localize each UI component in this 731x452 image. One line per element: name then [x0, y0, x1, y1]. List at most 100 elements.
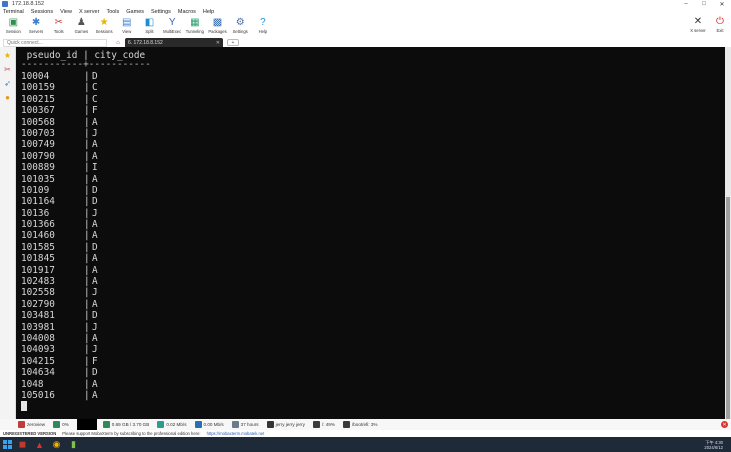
- chrome-icon[interactable]: ◉: [48, 437, 65, 452]
- column-divider: |: [84, 116, 90, 128]
- games-icon: ♟: [76, 17, 86, 28]
- clock-date: 2024/6/12: [704, 444, 723, 450]
- result-row: 100889 | I: [21, 162, 98, 173]
- menu-x-server[interactable]: X server: [79, 9, 99, 15]
- menu-tools[interactable]: Tools: [106, 9, 119, 15]
- column-divider: |: [84, 310, 90, 322]
- toolbar-session-button[interactable]: ▣ Session: [2, 16, 25, 38]
- column-divider: |: [84, 173, 90, 185]
- toolbar-tools-button[interactable]: ✂ Tools: [47, 16, 70, 38]
- toolbar-split-button[interactable]: ◧ Split: [138, 16, 161, 38]
- result-rows: 10004 | D 100159 | C 100215 | C 100367 | F 100568 | A 1…: [21, 71, 98, 401]
- column-divider: |: [84, 139, 90, 151]
- tunneling-icon: ▦: [190, 17, 200, 28]
- column-divider: |: [84, 207, 90, 219]
- tab-close-icon[interactable]: ✕: [216, 40, 220, 46]
- query-separator: -----------+-----------: [21, 59, 151, 70]
- toolbar-settings-button[interactable]: ⚙ Settings: [229, 16, 252, 38]
- city-code-cell: A: [92, 332, 98, 344]
- city-code-cell: A: [92, 173, 98, 185]
- menu-macros[interactable]: Macros: [178, 9, 196, 15]
- pseudo-id-cell: 100749: [21, 139, 55, 151]
- star-icon: ★: [99, 17, 109, 28]
- city-code-cell: D: [92, 241, 98, 253]
- tab-session-active[interactable]: 6. 172.18.8.152 ✕: [125, 38, 223, 47]
- macros-icon[interactable]: ➶: [3, 79, 13, 89]
- city-code-cell: A: [92, 389, 98, 401]
- pseudo-id-cell: 103481: [21, 310, 55, 322]
- toolbar-view-button[interactable]: ▤ View: [115, 16, 138, 38]
- city-code-cell: A: [92, 230, 98, 242]
- menu-view[interactable]: View: [60, 9, 72, 15]
- menu-terminal[interactable]: Terminal: [3, 9, 24, 15]
- windows-taskbar: ◼ ▲ ◉ ▮: [0, 437, 731, 452]
- close-button[interactable]: ✕: [713, 0, 731, 8]
- status-close-icon[interactable]: ✕: [721, 421, 728, 428]
- pseudo-id-cell: 100703: [21, 127, 55, 139]
- packages-icon: ▩: [212, 17, 223, 28]
- column-divider: |: [84, 298, 90, 310]
- status-cpu: 0%: [53, 421, 69, 428]
- scrollbar-thumb[interactable]: [726, 197, 730, 419]
- sftp-icon[interactable]: ●: [3, 93, 13, 103]
- toolbar-tunneling-button[interactable]: ▦ Tunneling: [184, 16, 207, 38]
- toolbar-packages-button[interactable]: ▩ Packages: [206, 16, 229, 38]
- taskbar-app-icon[interactable]: ◼: [14, 437, 31, 452]
- result-row: 102483 | A: [21, 276, 98, 287]
- result-row: 101917 | A: [21, 265, 98, 276]
- result-row: 104634 | D: [21, 367, 98, 378]
- pseudo-id-cell: 101035: [21, 173, 55, 185]
- toolbar-xserver-button[interactable]: ✕ X server: [687, 16, 709, 33]
- tools-icon[interactable]: ✂: [3, 65, 13, 75]
- disk-icon: [312, 421, 320, 428]
- quick-connect-input[interactable]: [3, 38, 107, 47]
- status-uptime: 37 hours: [231, 421, 259, 428]
- maximize-button[interactable]: □: [695, 0, 713, 8]
- menu-games[interactable]: Games: [126, 9, 144, 15]
- toolbar: ▣ Session ✱ Servers ✂ Tools ♟ Games ★ Se…: [0, 16, 731, 38]
- menu-settings[interactable]: Settings: [151, 9, 171, 15]
- toolbar-help-button[interactable]: ? Help: [252, 16, 275, 38]
- pseudo-id-cell: 101460: [21, 230, 55, 242]
- column-divider: |: [84, 184, 90, 196]
- toolbar-sessions-button[interactable]: ★ Sessions: [93, 16, 116, 38]
- menu-bar: Terminal Sessions View X server Tools Ga…: [0, 8, 731, 16]
- window-controls: – □ ✕: [677, 0, 731, 8]
- city-code-cell: J: [92, 344, 98, 356]
- pseudo-id-cell: 101366: [21, 219, 55, 231]
- column-divider: |: [84, 344, 90, 356]
- home-tab-icon[interactable]: ⌂: [113, 39, 123, 47]
- city-code-cell: J: [92, 287, 98, 299]
- city-code-cell: D: [92, 196, 98, 208]
- column-divider: |: [84, 253, 90, 265]
- new-tab-button[interactable]: +: [227, 39, 239, 46]
- pseudo-id-cell: 103981: [21, 321, 55, 333]
- city-code-cell: D: [92, 71, 98, 82]
- toolbar-multiexec-button[interactable]: Y MultiExec: [161, 16, 184, 38]
- terminal-area[interactable]: pseudo_id | city_code -----------+------…: [16, 47, 725, 419]
- pseudo-id-cell: 10136: [21, 207, 50, 219]
- exit-icon: ⏻: [716, 16, 724, 27]
- promo-link[interactable]: https://mobaxterm.mobatek.net: [207, 431, 265, 436]
- menu-sessions[interactable]: Sessions: [31, 9, 53, 15]
- split-icon: ◧: [144, 17, 155, 28]
- system-tray-clock[interactable]: 下午 4:30 2024/6/12: [704, 437, 723, 452]
- column-divider: |: [84, 367, 90, 379]
- pseudo-id-cell: 102558: [21, 287, 55, 299]
- menu-help[interactable]: Help: [203, 9, 214, 15]
- column-divider: |: [84, 219, 90, 231]
- toolbar-exit-button[interactable]: ⏻ Exit: [709, 16, 731, 33]
- memory-icon: [102, 421, 110, 428]
- toolbar-games-button[interactable]: ♟ Games: [70, 16, 93, 38]
- toolbar-servers-button[interactable]: ✱ Servers: [25, 16, 48, 38]
- column-divider: |: [84, 150, 90, 162]
- notepad-icon[interactable]: ▮: [65, 437, 82, 452]
- terminal-scrollbar[interactable]: [725, 47, 731, 419]
- column-divider: |: [84, 355, 90, 367]
- windows-start-icon[interactable]: [0, 437, 14, 452]
- pdf-icon[interactable]: ▲: [31, 437, 48, 452]
- pseudo-id-cell: 104215: [21, 355, 55, 367]
- status-bar: zeroview 0% 0.69 GB / 3.70 GB 0.02 Mb/s …: [0, 419, 731, 430]
- minimize-button[interactable]: –: [677, 0, 695, 8]
- sessions-star-icon[interactable]: ★: [3, 51, 13, 61]
